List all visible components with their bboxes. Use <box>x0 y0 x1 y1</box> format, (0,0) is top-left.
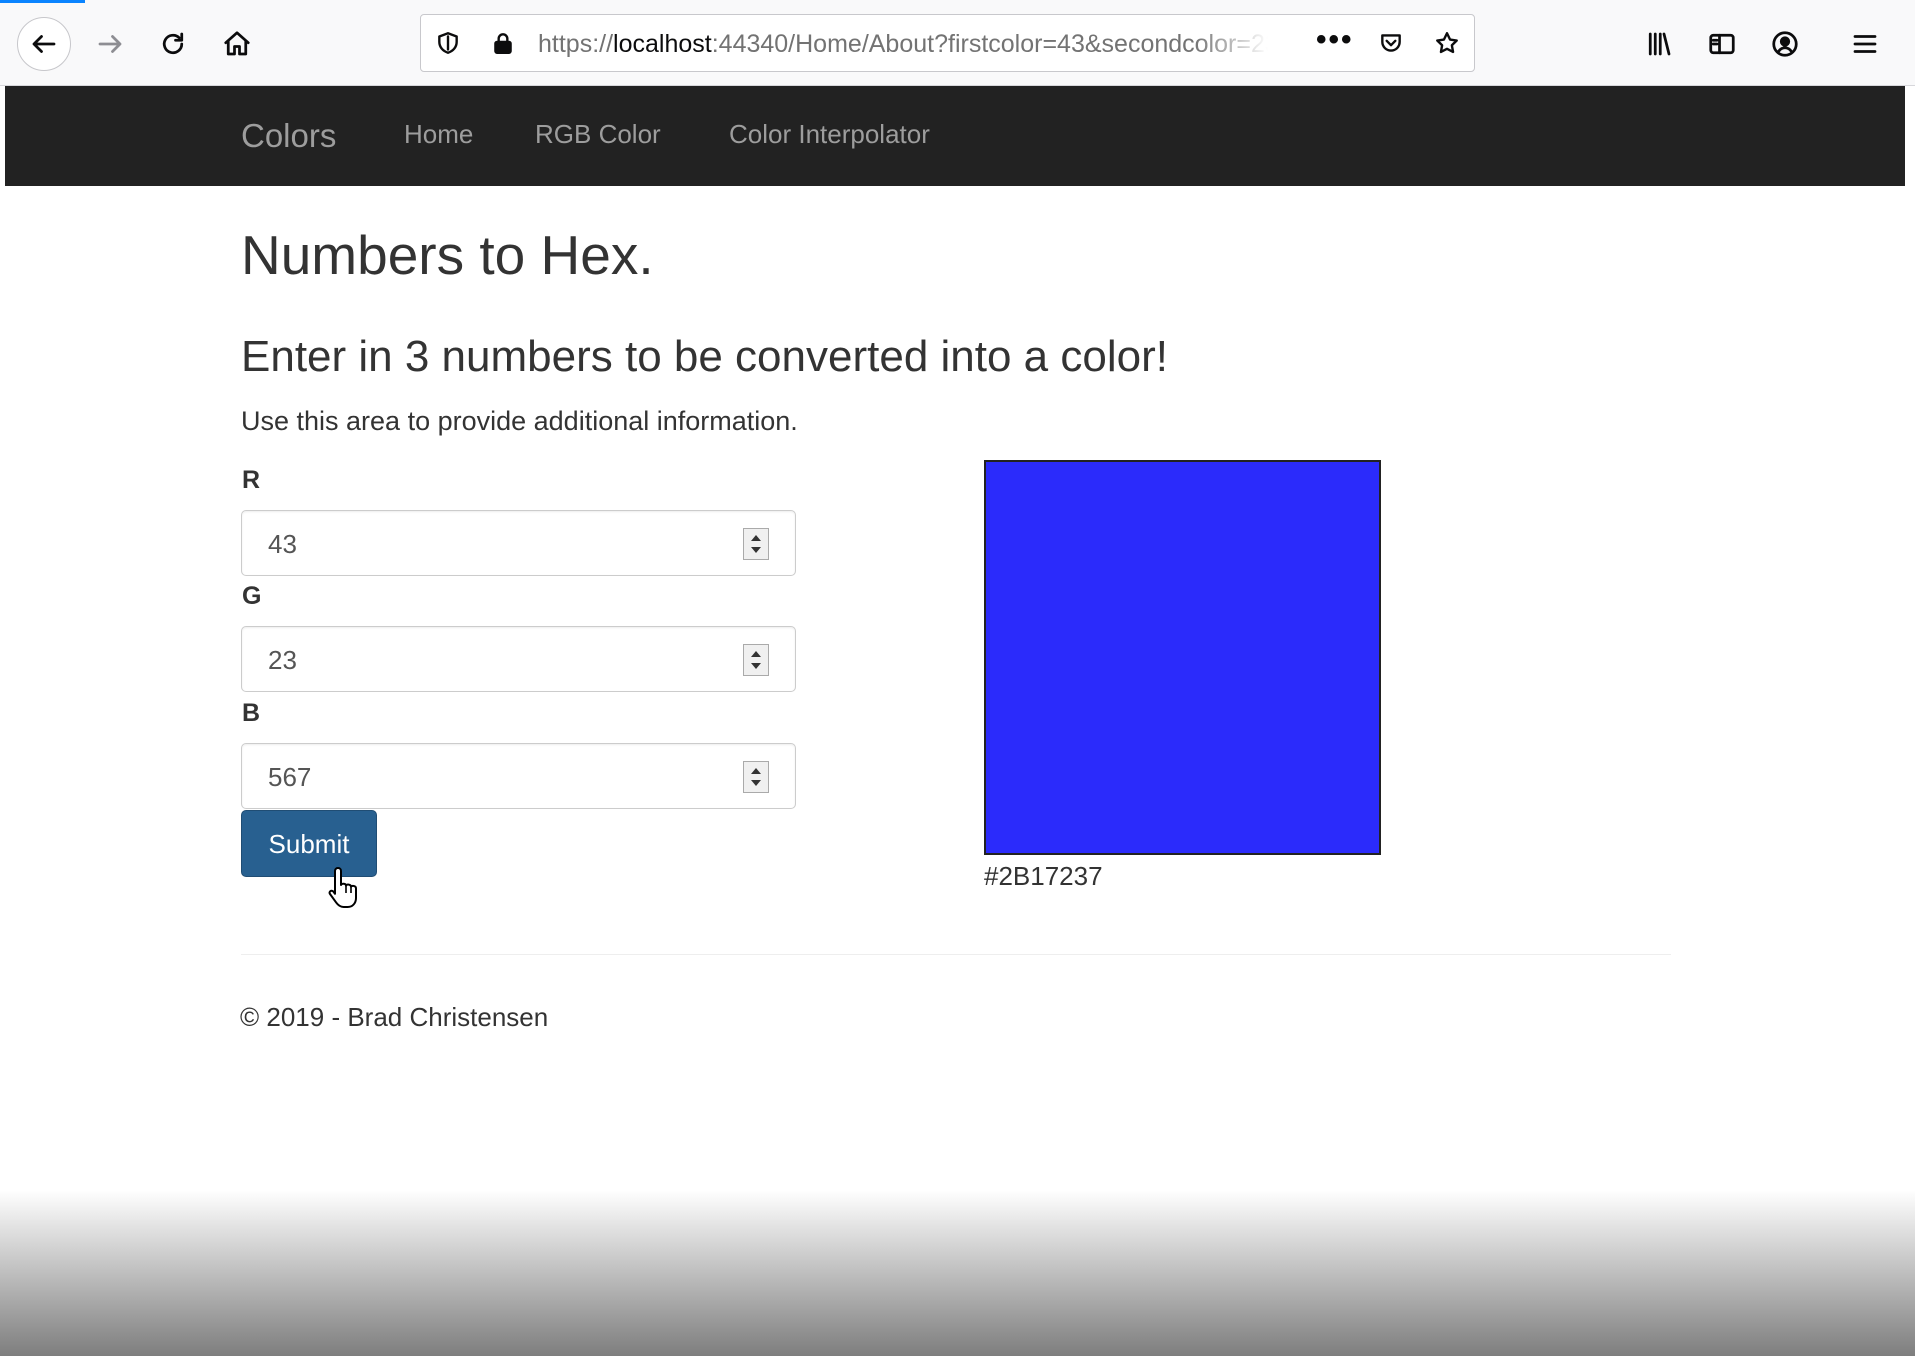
account-icon <box>1772 31 1798 57</box>
forward-button[interactable] <box>85 19 135 69</box>
r-number-input[interactable]: 43 <box>241 510 796 576</box>
spinner-up-icon[interactable] <box>751 651 761 657</box>
hamburger-menu-icon <box>1853 35 1877 53</box>
footer-copyright: © 2019 - Brad Christensen <box>240 1002 549 1032</box>
spinner-up-icon[interactable] <box>751 535 761 541</box>
url-text[interactable]: https://localhost:44340/Home/About?first… <box>538 29 1268 59</box>
g-spinner[interactable] <box>743 644 769 676</box>
sidebar-icon <box>1709 33 1735 55</box>
r-field-label: R <box>242 466 261 494</box>
forward-arrow-icon <box>98 35 122 53</box>
nav-link-rgb-color[interactable]: RGB Color <box>535 118 661 150</box>
page-subtitle: Enter in 3 numbers to be converted into … <box>241 332 1168 381</box>
g-field-label: G <box>242 582 262 610</box>
library-button[interactable] <box>1634 19 1684 69</box>
page-description: Use this area to provide additional info… <box>241 406 798 436</box>
color-swatch <box>984 460 1381 855</box>
footer-divider <box>241 954 1671 955</box>
home-button[interactable] <box>212 19 262 69</box>
pocket-icon[interactable] <box>1375 27 1407 59</box>
page-title: Numbers to Hex. <box>241 224 654 286</box>
r-spinner[interactable] <box>743 528 769 560</box>
b-spinner[interactable] <box>743 761 769 793</box>
hand-pointer-icon <box>328 867 357 908</box>
reload-button[interactable] <box>148 19 198 69</box>
back-arrow-icon <box>32 35 56 53</box>
site-navbar: Colors <box>5 86 1905 186</box>
account-button[interactable] <box>1760 19 1810 69</box>
g-number-input[interactable]: 23 <box>241 626 796 692</box>
nav-link-home[interactable]: Home <box>404 118 473 150</box>
reload-icon <box>162 32 184 55</box>
r-input-value: 43 <box>268 529 297 559</box>
home-icon <box>224 31 250 56</box>
screen-bottom-fade <box>0 1190 1915 1356</box>
navbar-brand[interactable]: Colors <box>241 116 336 156</box>
sidebar-button[interactable] <box>1697 19 1747 69</box>
library-icon <box>1648 32 1671 56</box>
spinner-down-icon[interactable] <box>751 547 761 553</box>
star-icon[interactable] <box>1431 27 1463 59</box>
b-number-input[interactable]: 567 <box>241 743 796 809</box>
lock-icon[interactable] <box>487 27 519 59</box>
shield-icon[interactable] <box>432 27 464 59</box>
nav-link-color-interpolator[interactable]: Color Interpolator <box>729 118 930 150</box>
b-field-label: B <box>242 699 261 727</box>
g-input-value: 23 <box>268 645 297 675</box>
page-actions-button[interactable]: ••• <box>1316 25 1354 55</box>
menu-button[interactable] <box>1840 19 1890 69</box>
hex-result: #2B17237 <box>984 861 1103 891</box>
active-tab-indicator <box>0 0 85 3</box>
spinner-down-icon[interactable] <box>751 663 761 669</box>
spinner-down-icon[interactable] <box>751 780 761 786</box>
browser-toolbar: https://localhost:44340/Home/About?first… <box>0 0 1915 86</box>
back-button[interactable] <box>17 17 71 71</box>
spinner-up-icon[interactable] <box>751 768 761 774</box>
address-bar[interactable]: https://localhost:44340/Home/About?first… <box>420 14 1475 72</box>
b-input-value: 567 <box>268 762 312 792</box>
